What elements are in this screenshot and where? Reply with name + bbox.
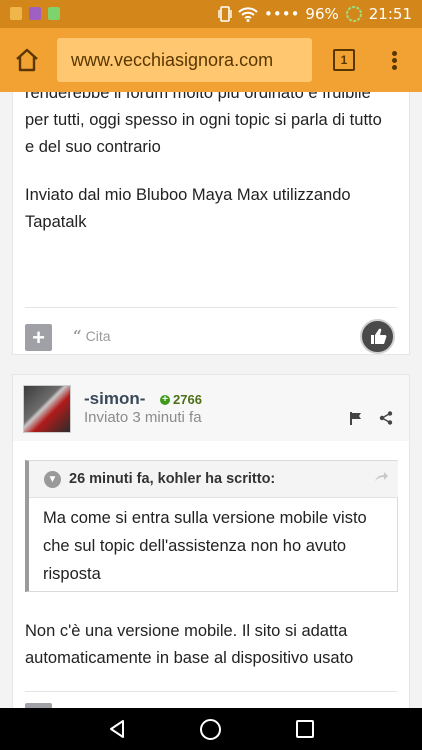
wifi-icon — [238, 6, 258, 22]
battery-level: 96% — [305, 5, 339, 23]
divider — [25, 691, 397, 692]
notification-app-icon — [29, 7, 41, 20]
tab-switcher-button[interactable]: 1 — [333, 49, 355, 71]
notification-icons — [10, 7, 60, 20]
forum-post: -simon- + 2766 Inviato 3 minuti fa ▼ 26 … — [12, 374, 410, 708]
quote-button[interactable]: “ Cita — [73, 327, 111, 345]
home-nav-icon[interactable] — [200, 719, 221, 740]
recent-apps-icon[interactable] — [296, 720, 314, 738]
reply-arrow-icon[interactable] — [373, 471, 389, 485]
share-icon[interactable] — [379, 411, 393, 425]
post-body-text: Non c'è una versione mobile. Il sito si … — [25, 622, 354, 667]
android-navigation-bar — [0, 708, 422, 750]
quote-attribution: 26 minuti fa, kohler ha scritto: — [69, 471, 276, 487]
quoted-text: Ma come si entra sulla versione mobile v… — [43, 509, 367, 583]
divider — [25, 307, 397, 308]
quote-block: ▼ 26 minuti fa, kohler ha scritto: Ma co… — [25, 460, 398, 592]
home-icon[interactable] — [14, 48, 40, 72]
post-signature: Inviato dal mio Bluboo Maya Max utilizza… — [25, 186, 351, 231]
forum-post: renderebbe il forum molto più ordinato e… — [12, 92, 410, 355]
notification-app-icon — [10, 7, 22, 20]
thumbs-up-icon — [371, 328, 387, 344]
like-button[interactable] — [360, 319, 395, 354]
battery-ring-icon — [345, 6, 362, 22]
reputation-badge: + 2766 — [160, 392, 202, 407]
author-name[interactable]: -simon- — [84, 389, 145, 409]
browser-toolbar: www.vecchiasignora.com 1 — [0, 28, 422, 92]
post-header: -simon- + 2766 Inviato 3 minuti fa — [13, 375, 409, 441]
forum-thread: renderebbe il forum molto più ordinato e… — [0, 92, 422, 708]
chevron-down-icon[interactable]: ▼ — [44, 471, 61, 488]
signal-indicator: •••• — [264, 5, 300, 23]
clock: 21:51 — [368, 5, 412, 23]
post-timestamp: Inviato 3 minuti fa — [84, 409, 202, 426]
status-bar: •••• 96% 21:51 — [0, 0, 422, 28]
post-body-text: renderebbe il forum molto più ordinato e… — [25, 92, 382, 156]
quote-label: Cita — [85, 328, 111, 344]
multiquote-button[interactable]: + — [25, 324, 52, 351]
system-status: •••• 96% 21:51 — [218, 5, 412, 23]
plus-circle-icon: + — [160, 394, 170, 405]
notification-app-icon — [48, 7, 60, 20]
quote-icon: “ — [73, 327, 82, 345]
url-field[interactable]: www.vecchiasignora.com — [57, 38, 312, 82]
quote-header: ▼ 26 minuti fa, kohler ha scritto: — [29, 461, 398, 498]
avatar[interactable] — [23, 385, 71, 433]
overflow-menu-icon[interactable] — [389, 49, 399, 73]
vibrate-icon — [218, 6, 232, 22]
flag-icon[interactable] — [349, 411, 363, 425]
back-icon[interactable] — [107, 719, 127, 739]
reputation-count: 2766 — [173, 392, 202, 407]
